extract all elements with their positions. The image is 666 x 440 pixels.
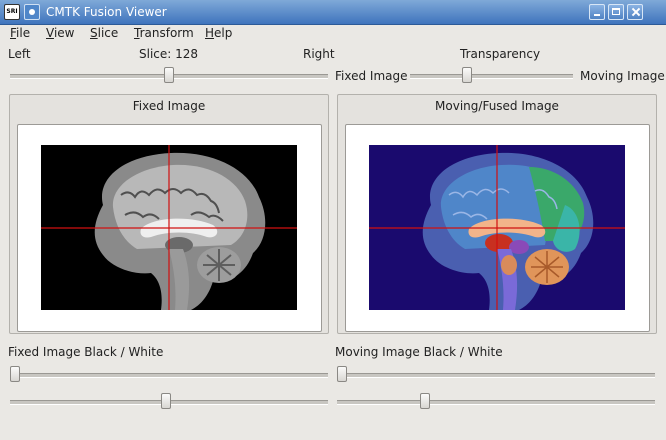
window-menu-icon[interactable] (24, 4, 40, 20)
slice-right-label: Right (303, 47, 335, 61)
slice-slider-handle[interactable] (164, 67, 174, 83)
fixed-image-view[interactable] (41, 145, 297, 310)
moving-image-panel: Moving/Fused Image (337, 94, 657, 334)
fused-pons (501, 255, 517, 275)
menu-file[interactable]: File (8, 26, 32, 40)
menu-view[interactable]: View (44, 26, 76, 40)
moving-panel-title: Moving/Fused Image (435, 99, 559, 113)
transparency-moving-label: Moving Image (580, 69, 665, 83)
fixed-panel-title: Fixed Image (132, 99, 206, 113)
fused-brain-image (369, 145, 625, 310)
fixed-black-slider-track[interactable] (10, 373, 328, 378)
transparency-slider-handle[interactable] (462, 67, 473, 83)
menu-slice[interactable]: Slice (88, 26, 120, 40)
menu-help[interactable]: Help (203, 26, 234, 40)
transparency-slider-track[interactable] (410, 74, 573, 79)
transparency-label: Transparency (460, 47, 541, 61)
moving-black-slider-handle[interactable] (337, 366, 347, 382)
moving-image-view[interactable] (369, 145, 625, 310)
minimize-icon[interactable] (589, 4, 605, 20)
fixed-black-slider-handle[interactable] (10, 366, 20, 382)
maximize-icon[interactable] (608, 4, 624, 20)
moving-image-frame (345, 124, 650, 332)
fixed-image-panel: Fixed Image (9, 94, 329, 334)
window-title: CMTK Fusion Viewer (46, 5, 167, 19)
moving-white-slider-handle[interactable] (420, 393, 431, 409)
menu-transform[interactable]: Transform (132, 26, 196, 40)
fixed-image-frame (17, 124, 322, 332)
fixed-bw-label: Fixed Image Black / White (8, 345, 164, 359)
slice-number-label: Slice: 128 (139, 47, 199, 61)
transparency-fixed-label: Fixed Image (335, 69, 408, 83)
app-icon: SRI (4, 4, 20, 20)
menu-bar: File View Slice Transform Help (0, 24, 666, 44)
close-icon[interactable] (627, 4, 643, 20)
fixed-white-slider-handle[interactable] (160, 393, 171, 409)
moving-white-slider-track[interactable] (337, 400, 655, 405)
slice-left-label: Left (8, 47, 31, 61)
moving-black-slider-track[interactable] (337, 373, 655, 378)
title-bar: SRI CMTK Fusion Viewer (0, 0, 666, 25)
fixed-brain-image (41, 145, 297, 310)
moving-bw-label: Moving Image Black / White (335, 345, 503, 359)
